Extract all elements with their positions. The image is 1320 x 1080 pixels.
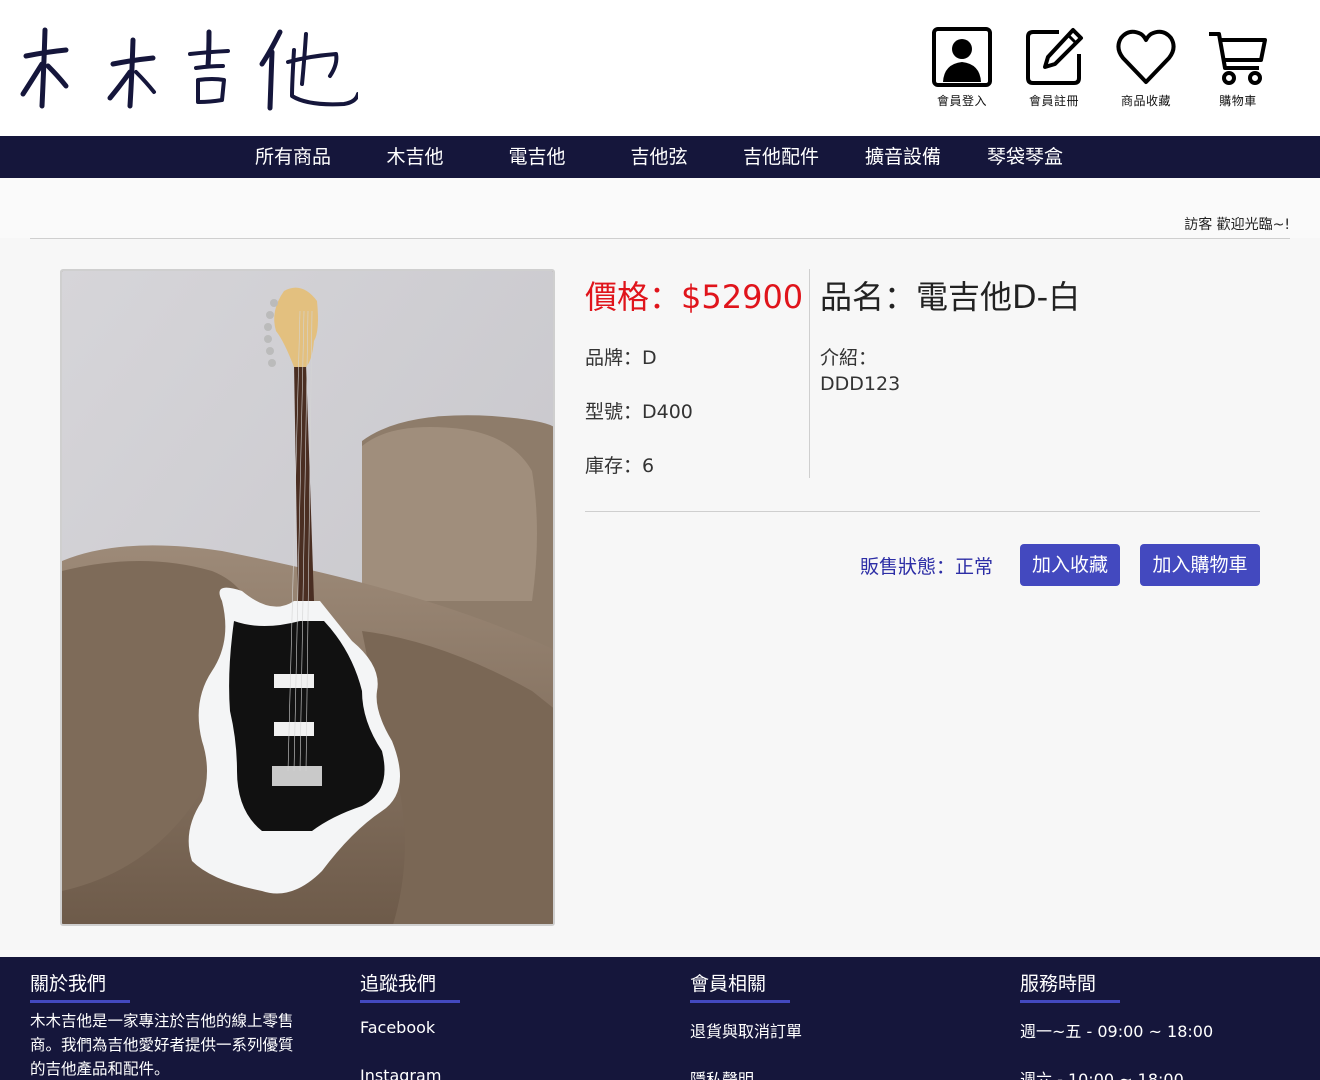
product-brand: 品牌：D: [585, 347, 657, 369]
footer-follow-title: 追蹤我們: [360, 973, 437, 995]
footer-member: 會員相關 退貨與取消訂單 隱私聲明: [690, 969, 970, 1080]
footer-about-title: 關於我們: [30, 973, 107, 995]
footer-hours-weekday: 週一~五 - 09:00 ~ 18:00: [1020, 1022, 1214, 1041]
member-login-label: 會員登入: [936, 94, 987, 108]
nav-item-bags-cases[interactable]: 琴袋琴盒: [970, 136, 1080, 178]
footer-about-text: 木木吉他是一家專注於吉他的線上零售商。我們為吉他愛好者提供一系列優質的吉他產品和…: [30, 1012, 294, 1078]
product-name: 品名：電吉他D-白: [820, 278, 1081, 316]
footer-member-title: 會員相關: [690, 973, 767, 995]
nav-item-guitar-accessories[interactable]: 吉他配件: [726, 136, 836, 178]
site-footer: 關於我們 木木吉他是一家專注於吉他的線上零售商。我們為吉他愛好者提供一系列優質的…: [0, 957, 1320, 1080]
footer-link-facebook[interactable]: Facebook: [360, 1018, 435, 1037]
info-separator: [585, 511, 1260, 512]
favorites-button[interactable]: 商品收藏: [1104, 26, 1188, 116]
product-price: 價格：$52900: [585, 278, 804, 316]
footer-link-instagram[interactable]: Instagram: [360, 1066, 441, 1080]
product-stock: 庫存：6: [585, 455, 655, 477]
member-login-button[interactable]: 會員登入: [920, 26, 1004, 116]
cart-label: 購物車: [1219, 94, 1257, 108]
welcome-message: 訪客 歡迎光臨~!: [1184, 217, 1290, 233]
footer-title-underline: [30, 1000, 130, 1003]
edit-icon: [1026, 28, 1083, 85]
main-nav: 所有商品 木吉他 電吉他 吉他弦 吉他配件 擴音設備 琴袋琴盒: [0, 136, 1320, 178]
site-logo[interactable]: [18, 14, 360, 114]
divider: [30, 238, 1290, 239]
member-register-button[interactable]: 會員註冊: [1012, 26, 1096, 116]
footer-link-privacy[interactable]: 隱私聲明: [690, 1066, 754, 1080]
welcome-strip: [0, 178, 1320, 238]
footer-about: 關於我們 木木吉他是一家專注於吉他的線上零售商。我們為吉他愛好者提供一系列優質的…: [30, 969, 310, 1080]
guitar-photo: [62, 271, 553, 924]
nav-item-all-products[interactable]: 所有商品: [238, 136, 348, 178]
footer-hours-saturday: 週六 - 10:00 ~ 18:00: [1020, 1070, 1184, 1080]
footer-title-underline: [360, 1000, 460, 1003]
nav-item-guitar-strings[interactable]: 吉他弦: [604, 136, 714, 178]
user-icon: [932, 27, 992, 87]
product-image: [60, 269, 555, 926]
add-to-favorites-button[interactable]: 加入收藏: [1020, 544, 1120, 586]
favorites-label: 商品收藏: [1120, 94, 1171, 108]
member-register-label: 會員註冊: [1028, 94, 1079, 108]
footer-link-returns[interactable]: 退貨與取消訂單: [690, 1018, 802, 1042]
footer-hours: 服務時間 週一~五 - 09:00 ~ 18:00 週六 - 10:00 ~ 1…: [1020, 969, 1300, 1080]
add-to-cart-button[interactable]: 加入購物車: [1140, 544, 1260, 586]
sale-status: 販售狀態：正常: [860, 556, 994, 578]
heart-icon: [1116, 29, 1176, 84]
footer-follow: 追蹤我們 Facebook Instagram: [360, 969, 640, 1080]
footer-title-underline: [1020, 1000, 1120, 1003]
product-intro-text: DDD123: [820, 373, 901, 395]
cart-button[interactable]: 購物車: [1196, 26, 1280, 116]
nav-item-acoustic-guitar[interactable]: 木吉他: [360, 136, 470, 178]
product-intro-label: 介紹：: [820, 347, 878, 369]
nav-item-amplifiers[interactable]: 擴音設備: [848, 136, 958, 178]
info-divider: [809, 269, 810, 478]
cart-icon: [1209, 32, 1267, 85]
footer-hours-title: 服務時間: [1020, 973, 1097, 995]
site-header: 會員登入 會員註冊 商品收藏 購物車: [0, 0, 1320, 136]
product-model: 型號：D400: [585, 401, 693, 423]
footer-title-underline: [690, 1000, 790, 1003]
nav-item-electric-guitar[interactable]: 電吉他: [482, 136, 592, 178]
logo-calligraphy: [20, 27, 360, 111]
header-actions: 會員登入 會員註冊 商品收藏 購物車: [920, 26, 1300, 116]
